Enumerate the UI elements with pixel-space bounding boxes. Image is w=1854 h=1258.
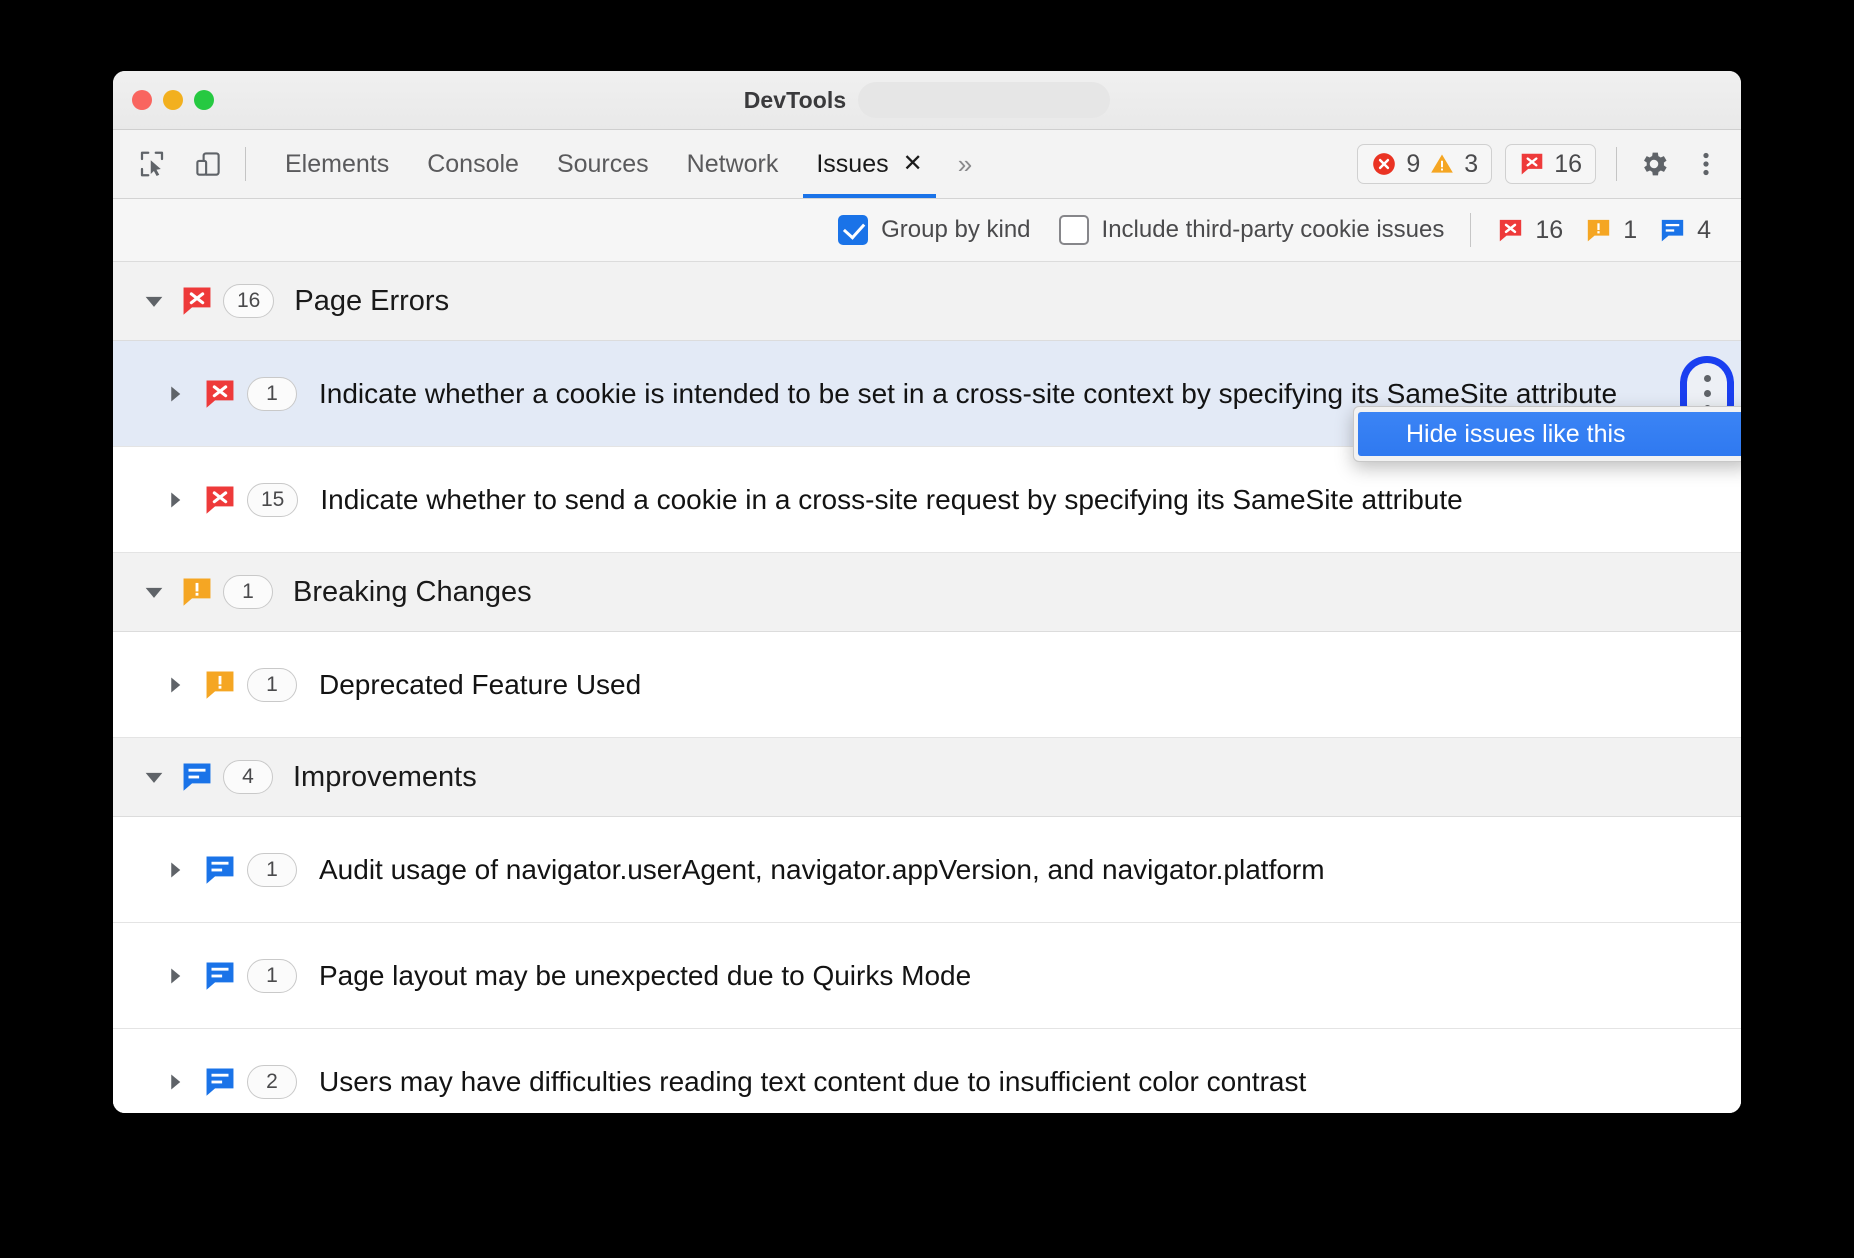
chevron-right-icon[interactable] bbox=[157, 676, 193, 694]
error-bubble-icon bbox=[193, 377, 247, 411]
more-vertical-icon[interactable] bbox=[1689, 147, 1723, 181]
group-title-improvements: Improvements bbox=[293, 761, 477, 794]
chevron-down-icon[interactable] bbox=[137, 582, 171, 602]
info-bubble-icon bbox=[171, 760, 223, 794]
toolbar-divider bbox=[245, 147, 246, 181]
group-title-breaking-changes: Breaking Changes bbox=[293, 576, 532, 609]
error-bubble-icon bbox=[171, 284, 223, 318]
device-toolbar-icon[interactable] bbox=[191, 147, 225, 181]
info-bubble-icon bbox=[1659, 217, 1686, 244]
issue-count-badge: 1 bbox=[247, 853, 297, 887]
issue-row[interactable]: 15 Indicate whether to send a cookie in … bbox=[113, 447, 1741, 553]
group-count-badge: 1 bbox=[223, 575, 273, 609]
tab-elements-label: Elements bbox=[285, 150, 389, 179]
info-bubble-icon bbox=[193, 959, 247, 993]
close-window-button[interactable] bbox=[132, 90, 152, 110]
console-counters[interactable]: 9 3 bbox=[1357, 144, 1492, 184]
tab-network[interactable]: Network bbox=[668, 130, 798, 198]
chevron-right-icon[interactable] bbox=[157, 1073, 193, 1091]
group-by-kind-checkbox[interactable] bbox=[838, 215, 868, 245]
zoom-window-button[interactable] bbox=[194, 90, 214, 110]
third-party-cookie-checkbox-group[interactable]: Include third-party cookie issues bbox=[1059, 215, 1445, 245]
group-count-badge: 16 bbox=[223, 284, 274, 318]
context-menu-item-hide-issues[interactable]: Hide issues like this bbox=[1358, 412, 1741, 456]
issue-title: Deprecated Feature Used bbox=[319, 667, 641, 702]
info-bubble-icon bbox=[193, 1065, 247, 1099]
title-pill-placeholder bbox=[858, 82, 1110, 118]
error-circle-icon bbox=[1371, 151, 1397, 177]
tab-console[interactable]: Console bbox=[408, 130, 538, 198]
filter-count-page-errors: 16 bbox=[1497, 216, 1563, 245]
panel-tabs: Elements Console Sources Network Issues … bbox=[266, 130, 985, 198]
group-by-kind-label: Group by kind bbox=[881, 216, 1030, 244]
tab-network-label: Network bbox=[687, 150, 779, 179]
chevron-right-icon[interactable] bbox=[157, 861, 193, 879]
warning-bubble-icon bbox=[171, 575, 223, 609]
issue-error-bubble-icon bbox=[1519, 151, 1545, 177]
issues-counter[interactable]: 16 bbox=[1505, 144, 1596, 184]
inspect-element-icon[interactable] bbox=[135, 147, 169, 181]
console-warning-count: 3 bbox=[1464, 152, 1478, 177]
filter-count-page-errors-value: 16 bbox=[1535, 216, 1563, 245]
filter-count-breaking-changes-value: 1 bbox=[1623, 216, 1637, 245]
chevron-right-icon[interactable] bbox=[157, 491, 193, 509]
error-bubble-icon bbox=[193, 483, 247, 517]
context-menu: Hide issues like this bbox=[1353, 406, 1741, 462]
group-count-badge: 4 bbox=[223, 760, 273, 794]
warning-triangle-icon bbox=[1429, 151, 1455, 177]
info-bubble-icon bbox=[193, 853, 247, 887]
error-bubble-icon bbox=[1497, 217, 1524, 244]
chevron-down-icon[interactable] bbox=[137, 767, 171, 787]
group-by-kind-checkbox-group[interactable]: Group by kind bbox=[838, 215, 1030, 245]
console-error-count: 9 bbox=[1406, 152, 1420, 177]
third-party-cookie-label: Include third-party cookie issues bbox=[1102, 216, 1445, 244]
tab-sources-label: Sources bbox=[557, 150, 649, 179]
issue-row[interactable]: 1 Deprecated Feature Used bbox=[113, 632, 1741, 738]
tab-console-label: Console bbox=[427, 150, 519, 179]
group-header-improvements[interactable]: 4 Improvements bbox=[113, 738, 1741, 817]
issue-title: Page layout may be unexpected due to Qui… bbox=[319, 958, 971, 993]
issue-title: Users may have difficulties reading text… bbox=[319, 1064, 1306, 1099]
tab-elements[interactable]: Elements bbox=[266, 130, 408, 198]
issue-title: Audit usage of navigator.userAgent, navi… bbox=[319, 852, 1325, 887]
devtools-window: DevTools Elements bbox=[113, 71, 1741, 1113]
filter-count-improvements-value: 4 bbox=[1697, 216, 1711, 245]
tab-sources[interactable]: Sources bbox=[538, 130, 668, 198]
issue-row[interactable]: 1 Page layout may be unexpected due to Q… bbox=[113, 923, 1741, 1029]
window-title: DevTools bbox=[744, 87, 847, 114]
traffic-lights bbox=[132, 90, 214, 110]
issue-row[interactable]: 1 Audit usage of navigator.userAgent, na… bbox=[113, 817, 1741, 923]
tab-issues[interactable]: Issues ✕ bbox=[797, 130, 941, 198]
group-header-breaking-changes[interactable]: 1 Breaking Changes bbox=[113, 553, 1741, 632]
chevron-right-icon[interactable] bbox=[157, 385, 193, 403]
issue-row[interactable]: 2 Users may have difficulties reading te… bbox=[113, 1029, 1741, 1113]
issues-total-count: 16 bbox=[1554, 152, 1582, 177]
third-party-cookie-checkbox[interactable] bbox=[1059, 215, 1089, 245]
issue-count-badge: 1 bbox=[247, 668, 297, 702]
group-header-page-errors[interactable]: 16 Page Errors bbox=[113, 262, 1741, 341]
toolbar-divider-right bbox=[1616, 147, 1617, 181]
filter-count-improvements: 4 bbox=[1659, 216, 1711, 245]
issue-count-badge: 2 bbox=[247, 1065, 297, 1099]
issue-title: Indicate whether to send a cookie in a c… bbox=[320, 482, 1462, 517]
issues-filter-bar: Group by kind Include third-party cookie… bbox=[113, 199, 1741, 262]
issue-count-badge: 1 bbox=[247, 959, 297, 993]
gear-icon[interactable] bbox=[1637, 147, 1671, 181]
chevron-right-icon[interactable] bbox=[157, 967, 193, 985]
minimize-window-button[interactable] bbox=[163, 90, 183, 110]
issues-list: 16 Page Errors 1 Indicate whether a cook… bbox=[113, 262, 1741, 1113]
chevron-down-icon[interactable] bbox=[137, 291, 171, 311]
warning-bubble-icon bbox=[193, 668, 247, 702]
issue-count-badge: 1 bbox=[247, 377, 297, 411]
window-titlebar: DevTools bbox=[113, 71, 1741, 130]
warning-bubble-icon bbox=[1585, 217, 1612, 244]
more-tabs-icon[interactable]: » bbox=[942, 130, 985, 198]
tab-issues-label: Issues bbox=[816, 150, 888, 179]
close-icon[interactable]: ✕ bbox=[903, 152, 923, 176]
issue-count-badge: 15 bbox=[247, 483, 298, 517]
filterbar-divider bbox=[1470, 213, 1471, 247]
devtools-tabbar: Elements Console Sources Network Issues … bbox=[113, 130, 1741, 199]
group-title-page-errors: Page Errors bbox=[294, 285, 449, 318]
filter-count-breaking-changes: 1 bbox=[1585, 216, 1637, 245]
